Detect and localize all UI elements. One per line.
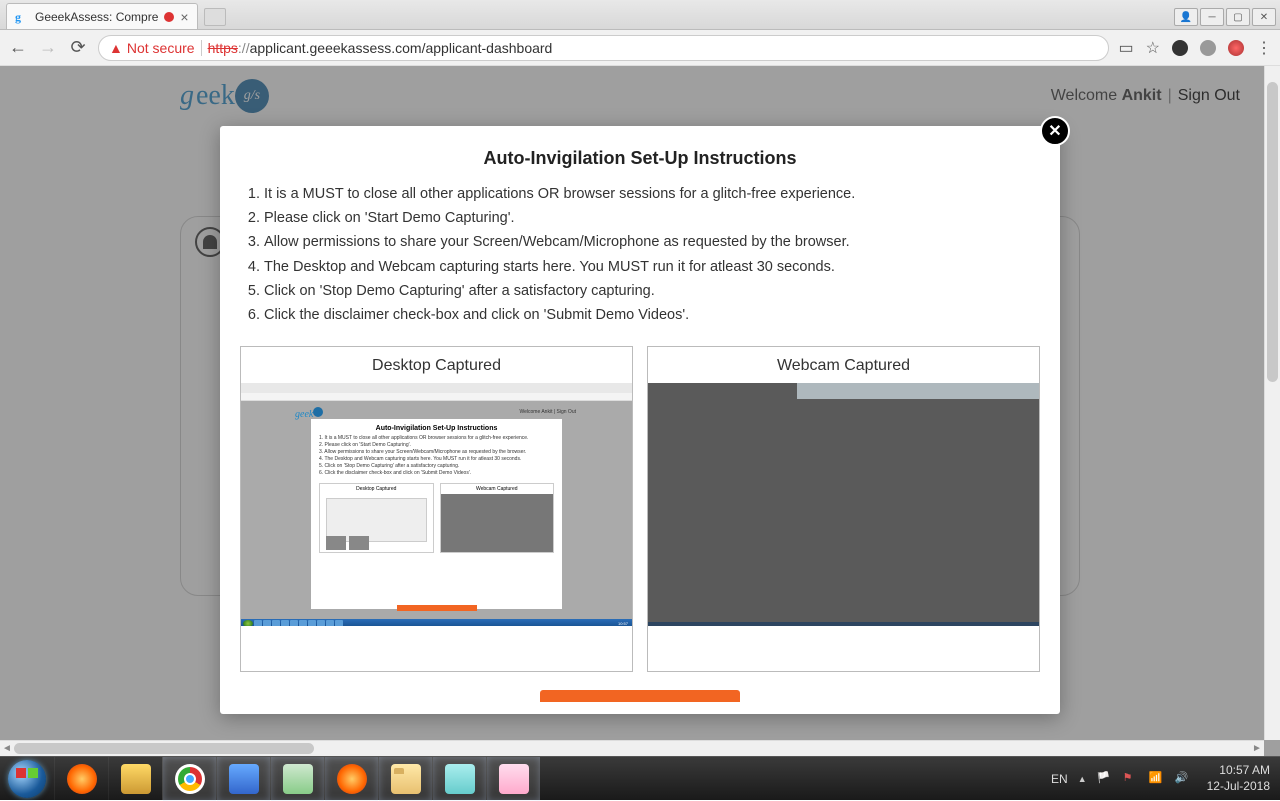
tab-favicon: g <box>15 10 29 24</box>
tray-shield-icon[interactable]: ⚑ <box>1123 771 1139 787</box>
capture-previews: Desktop Captured geek Welcome Ankit | Si… <box>220 328 1060 682</box>
instruction-item: The Desktop and Webcam capturing starts … <box>264 256 1060 279</box>
taskbar-explorer-icon[interactable] <box>378 757 432 801</box>
forward-button[interactable]: → <box>38 38 58 58</box>
instructions-list: It is a MUST to close all other applicat… <box>220 183 1060 327</box>
modal-title: Auto-Invigilation Set-Up Instructions <box>220 148 1060 169</box>
taskbar-paint-icon[interactable] <box>486 757 540 801</box>
webcam-capture-box: Webcam Captured <box>647 346 1040 672</box>
taskbar-chrome-icon[interactable] <box>162 757 216 801</box>
tray-flag-icon[interactable]: 🏳️ <box>1097 771 1113 787</box>
extension-icon[interactable] <box>1172 40 1188 56</box>
instruction-item: Click on 'Stop Demo Capturing' after a s… <box>264 280 1060 303</box>
not-secure-label: Not secure <box>127 40 195 56</box>
close-window-button[interactable]: ✕ <box>1252 8 1276 26</box>
back-button[interactable]: ← <box>8 38 28 58</box>
user-icon[interactable]: 👤 <box>1174 8 1198 26</box>
tray-expand-icon[interactable]: ▲ <box>1078 774 1087 784</box>
tab-close-icon[interactable]: × <box>180 9 188 25</box>
tab-title: GeeekAssess: Compre <box>35 10 158 24</box>
taskbar-clock[interactable]: 10:57 AM 12-Jul-2018 <box>1201 763 1270 794</box>
desktop-capture-preview: geek Welcome Ankit | Sign Out Auto-Invig… <box>241 383 632 626</box>
desktop-capture-box: Desktop Captured geek Welcome Ankit | Si… <box>240 346 633 672</box>
instruction-item: It is a MUST to close all other applicat… <box>264 183 1060 206</box>
divider <box>201 40 202 56</box>
language-indicator[interactable]: EN <box>1051 772 1068 786</box>
system-tray: EN ▲ 🏳️ ⚑ 📶 🔊 10:57 AM 12-Jul-2018 <box>1051 763 1280 794</box>
instruction-item: Please click on 'Start Demo Capturing'. <box>264 207 1060 230</box>
security-indicator[interactable]: ▲ Not secure <box>109 40 195 56</box>
taskbar-xampp-icon[interactable] <box>108 757 162 801</box>
address-bar: ← → ⟳ ▲ Not secure https://applicant.gee… <box>0 30 1280 66</box>
recording-indicator-icon <box>164 12 174 22</box>
instructions-modal: ✕ Auto-Invigilation Set-Up Instructions … <box>220 126 1060 714</box>
start-button[interactable] <box>0 757 54 801</box>
taskbar-firefox2-icon[interactable] <box>324 757 378 801</box>
new-tab-button[interactable] <box>204 8 226 26</box>
minimize-button[interactable]: ─ <box>1200 8 1224 26</box>
taskbar-photoviewer-icon[interactable] <box>432 757 486 801</box>
maximize-button[interactable]: ▢ <box>1226 8 1250 26</box>
vertical-scrollbar[interactable] <box>1264 66 1280 740</box>
reload-button[interactable]: ⟳ <box>68 38 88 58</box>
instruction-item: Allow permissions to share your Screen/W… <box>264 231 1060 254</box>
extension-icon[interactable] <box>1228 40 1244 56</box>
warning-icon: ▲ <box>109 40 123 56</box>
instruction-item: Click the disclaimer check-box and click… <box>264 304 1060 327</box>
toolbar-right: ▭ ☆ ⋮ <box>1119 38 1272 58</box>
cast-icon[interactable]: ▭ <box>1119 38 1134 58</box>
horizontal-scrollbar[interactable]: ◄ ► <box>0 740 1264 756</box>
webcam-capture-label: Webcam Captured <box>648 347 1039 383</box>
page-viewport: geek g/s Welcome Ankit | Sign Out ✕ Auto… <box>0 66 1280 756</box>
browser-tab[interactable]: g GeeekAssess: Compre × <box>6 3 198 29</box>
desktop-capture-label: Desktop Captured <box>241 347 632 383</box>
extension-icon[interactable] <box>1200 40 1216 56</box>
bookmark-icon[interactable]: ☆ <box>1146 38 1160 58</box>
taskbar-notepad-icon[interactable] <box>270 757 324 801</box>
tray-wifi-icon[interactable]: 📶 <box>1149 771 1165 787</box>
window-controls: 👤 ─ ▢ ✕ <box>1174 8 1280 29</box>
webcam-capture-preview <box>648 383 1039 626</box>
url-text: https://applicant.geeekassess.com/applic… <box>208 40 553 56</box>
submit-button-partial[interactable] <box>540 690 740 702</box>
menu-icon[interactable]: ⋮ <box>1256 38 1272 58</box>
browser-tab-bar: g GeeekAssess: Compre × 👤 ─ ▢ ✕ <box>0 0 1280 30</box>
taskbar-firefox-icon[interactable] <box>54 757 108 801</box>
address-field[interactable]: ▲ Not secure https://applicant.geeekasse… <box>98 35 1109 61</box>
tray-volume-icon[interactable]: 🔊 <box>1175 771 1191 787</box>
windows-taskbar: EN ▲ 🏳️ ⚑ 📶 🔊 10:57 AM 12-Jul-2018 <box>0 756 1280 800</box>
taskbar-winscp-icon[interactable] <box>216 757 270 801</box>
modal-close-button[interactable]: ✕ <box>1040 116 1070 146</box>
